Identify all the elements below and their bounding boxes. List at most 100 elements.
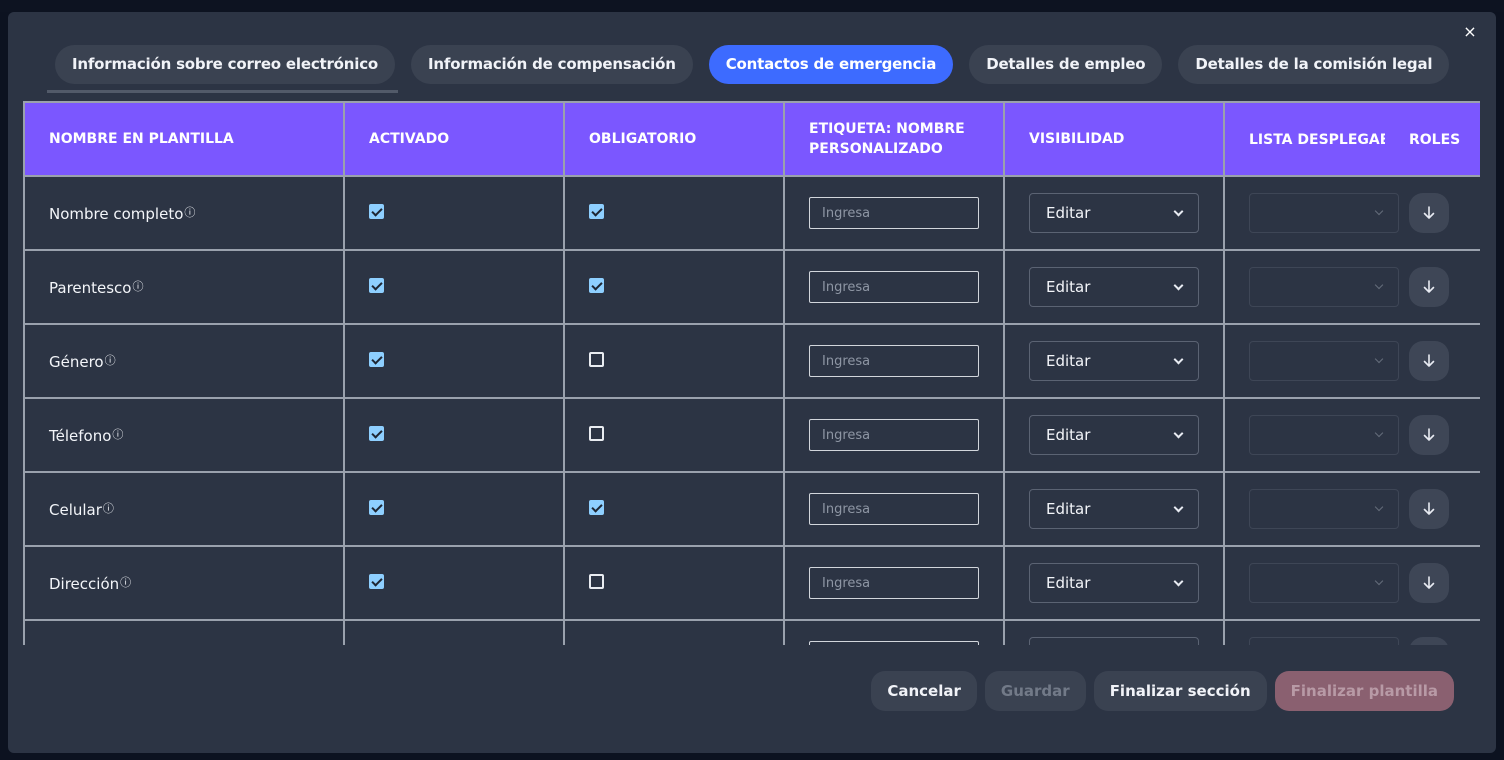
- custom-label-cell: [783, 249, 1005, 325]
- info-icon[interactable]: ⓘ: [112, 428, 123, 441]
- custom-label-input[interactable]: [809, 641, 979, 645]
- visibility-cell: Editar: [1003, 249, 1225, 325]
- dropdown-list-select[interactable]: [1249, 563, 1399, 603]
- arrow-down-icon: [1423, 280, 1435, 293]
- enabled-cell: [343, 175, 565, 251]
- visibility-select[interactable]: Editar: [1029, 267, 1199, 307]
- roles-expand-button[interactable]: [1409, 267, 1449, 307]
- roles-expand-button[interactable]: [1409, 489, 1449, 529]
- modal-footer: Cancelar Guardar Finalizar sección Final…: [871, 671, 1454, 711]
- visibility-value: Editar: [1046, 500, 1091, 518]
- roles-expand-button[interactable]: [1409, 193, 1449, 233]
- table-row: Editar: [23, 619, 1480, 645]
- cancel-button[interactable]: Cancelar: [871, 671, 977, 711]
- dropdown-list-select[interactable]: [1249, 193, 1399, 233]
- tab-3[interactable]: Detalles de empleo: [969, 45, 1163, 84]
- table-row: Nombre completoⓘ Editar: [23, 175, 1480, 251]
- chevron-down-icon: [1173, 576, 1184, 586]
- col-header-roles: ROLES: [1409, 132, 1461, 148]
- backdrop: [0, 0, 1504, 12]
- enabled-checkbox[interactable]: [369, 277, 384, 293]
- field-name: Dirección: [49, 574, 120, 593]
- enabled-cell: [343, 397, 565, 473]
- roles-expand-button[interactable]: [1409, 637, 1449, 645]
- tab-4[interactable]: Detalles de la comisión legal: [1178, 45, 1450, 84]
- dropdown-list-select[interactable]: [1249, 267, 1399, 307]
- required-checkbox[interactable]: [589, 277, 604, 293]
- enabled-checkbox[interactable]: [369, 203, 384, 219]
- visibility-select[interactable]: Editar: [1029, 415, 1199, 455]
- required-checkbox[interactable]: [589, 425, 604, 441]
- info-icon[interactable]: ⓘ: [103, 502, 114, 515]
- visibility-value: Editar: [1046, 574, 1091, 592]
- info-icon[interactable]: ⓘ: [120, 576, 131, 589]
- visibility-cell: Editar: [1003, 175, 1225, 251]
- tab-2[interactable]: Contactos de emergencia: [708, 45, 954, 84]
- enabled-checkbox[interactable]: [369, 351, 384, 367]
- col-header-dropdown: LISTA DESPLEGABI: [1249, 132, 1385, 148]
- required-checkbox[interactable]: [589, 573, 604, 589]
- enabled-checkbox[interactable]: [369, 499, 384, 515]
- enabled-checkbox[interactable]: [369, 573, 384, 589]
- chevron-down-icon: [1374, 576, 1384, 586]
- info-icon[interactable]: ⓘ: [105, 354, 116, 367]
- visibility-select[interactable]: Editar: [1029, 489, 1199, 529]
- chevron-down-icon: [1173, 428, 1184, 438]
- custom-label-input[interactable]: [809, 419, 979, 451]
- field-name-cell: Direcciónⓘ: [23, 545, 345, 621]
- custom-label-cell: [783, 471, 1005, 547]
- custom-label-input[interactable]: [809, 197, 979, 229]
- dropdown-list-select[interactable]: [1249, 637, 1399, 645]
- field-name-cell: [23, 619, 345, 645]
- table-row: Géneroⓘ Editar: [23, 323, 1480, 399]
- visibility-select[interactable]: Editar: [1029, 637, 1199, 645]
- dropdown-roles-cell: [1223, 323, 1480, 399]
- required-checkbox[interactable]: [589, 203, 604, 219]
- custom-label-input[interactable]: [809, 345, 979, 377]
- enabled-cell: [343, 249, 565, 325]
- custom-label-cell: [783, 619, 1005, 645]
- save-button[interactable]: Guardar: [984, 671, 1086, 711]
- dropdown-list-select[interactable]: [1249, 489, 1399, 529]
- required-checkbox[interactable]: [589, 499, 604, 515]
- custom-label-input[interactable]: [809, 567, 979, 599]
- visibility-select[interactable]: Editar: [1029, 341, 1199, 381]
- roles-expand-button[interactable]: [1409, 563, 1449, 603]
- finish-section-button[interactable]: Finalizar sección: [1093, 671, 1267, 711]
- required-cell: [563, 175, 785, 251]
- field-name: Nombre completo: [49, 204, 184, 223]
- close-icon[interactable]: ×: [1462, 24, 1478, 40]
- roles-expand-button[interactable]: [1409, 415, 1449, 455]
- roles-expand-button[interactable]: [1409, 341, 1449, 381]
- chevron-down-icon: [1173, 280, 1184, 290]
- chevron-down-icon: [1173, 502, 1184, 512]
- custom-label-input[interactable]: [809, 271, 979, 303]
- field-name: Parentesco: [49, 278, 132, 297]
- table-row: Parentescoⓘ Editar: [23, 249, 1480, 325]
- enabled-checkbox[interactable]: [369, 425, 384, 441]
- fields-table: NOMBRE EN PLANTILLA ACTIVADO OBLIGATORIO…: [23, 101, 1480, 645]
- table-row: Télefonoⓘ Editar: [23, 397, 1480, 473]
- custom-label-input[interactable]: [809, 493, 979, 525]
- chevron-down-icon: [1374, 206, 1384, 216]
- table-header-row: NOMBRE EN PLANTILLA ACTIVADO OBLIGATORIO…: [23, 101, 1480, 177]
- fields-table-container: NOMBRE EN PLANTILLA ACTIVADO OBLIGATORIO…: [23, 101, 1480, 645]
- dropdown-list-select[interactable]: [1249, 415, 1399, 455]
- info-icon[interactable]: ⓘ: [184, 206, 195, 219]
- enabled-cell: [343, 619, 565, 645]
- tab-1[interactable]: Información de compensación: [411, 45, 693, 84]
- required-checkbox[interactable]: [589, 351, 604, 367]
- tab-0[interactable]: Información sobre correo electrónico: [55, 45, 396, 84]
- visibility-select[interactable]: Editar: [1029, 563, 1199, 603]
- finish-template-button[interactable]: Finalizar plantilla: [1274, 671, 1454, 711]
- info-icon[interactable]: ⓘ: [133, 280, 144, 293]
- col-header-custom-label: ETIQUETA: NOMBRE PERSONALIZADO: [783, 101, 1005, 177]
- visibility-select[interactable]: Editar: [1029, 193, 1199, 233]
- custom-label-cell: [783, 323, 1005, 399]
- required-cell: [563, 619, 785, 645]
- dropdown-list-select[interactable]: [1249, 341, 1399, 381]
- tab-scroll-indicator: [47, 90, 398, 93]
- table-row: Direcciónⓘ Editar: [23, 545, 1480, 621]
- field-name-cell: Parentescoⓘ: [23, 249, 345, 325]
- enabled-cell: [343, 471, 565, 547]
